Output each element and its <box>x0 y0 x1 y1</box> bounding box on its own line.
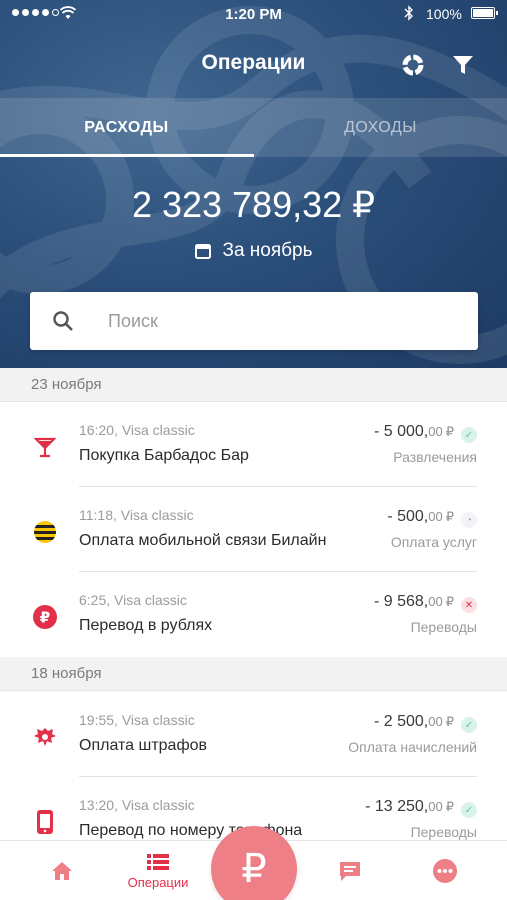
tab-operations-label: Операции <box>127 874 189 890</box>
search-icon <box>53 311 73 331</box>
transaction-category: Оплата услуг <box>390 534 477 550</box>
period-selector[interactable]: За ноябрь <box>0 240 507 262</box>
list-item[interactable]: ₽ 6:25, Visa classic Перевод в рублях - … <box>0 572 507 657</box>
transaction-title: Покупка Барбадос Бар <box>79 447 249 464</box>
total-amount: 2 323 789,32 ₽ <box>131 184 376 225</box>
tab-home[interactable] <box>42 841 82 900</box>
chat-icon <box>340 862 360 881</box>
donut-chart-icon <box>402 54 424 76</box>
transaction-meta: 11:18, Visa classic <box>79 507 194 523</box>
transaction-meta: 13:20, Visa classic <box>79 797 195 813</box>
list-item[interactable]: 16:20, Visa classic Покупка Барбадос Бар… <box>0 402 507 487</box>
search-box <box>30 292 478 350</box>
status-declined-icon: ✕ <box>461 597 477 613</box>
transaction-title: Оплата мобильной связи Билайн <box>79 532 327 549</box>
date-section-header: 23 ноября <box>0 368 507 402</box>
calendar-icon <box>195 244 212 259</box>
transaction-amount: - 13 250,00 ₽ <box>365 798 454 815</box>
cocktail-icon <box>30 432 60 462</box>
transaction-category: Переводы <box>410 619 477 635</box>
beeline-icon <box>30 517 60 547</box>
bluetooth-icon <box>404 5 413 21</box>
status-bar: 1:20 PM 100% <box>0 0 507 28</box>
page-title: Операции <box>201 51 306 74</box>
date-section-header: 18 ноября <box>0 657 507 691</box>
transaction-title: Перевод в рублях <box>79 617 213 634</box>
list-item[interactable]: 19:55, Visa classic Оплата штрафов - 2 5… <box>0 692 507 777</box>
transaction-amount: - 500,00 ₽ <box>387 508 454 525</box>
tab-income[interactable]: ДОХОДЫ <box>254 98 507 157</box>
transaction-category: Переводы <box>410 824 477 840</box>
period-label: За ноябрь <box>222 240 313 261</box>
battery-percent: 100% <box>426 6 462 22</box>
active-tab-indicator <box>0 154 254 157</box>
more-icon <box>433 859 457 883</box>
tab-operations[interactable]: Операции <box>118 841 198 900</box>
ruble-icon: ₽ <box>241 847 267 891</box>
transaction-amount: - 9 568,00 ₽ <box>373 593 454 610</box>
filter-icon[interactable] <box>448 50 478 80</box>
coat-of-arms-icon <box>30 722 60 752</box>
transaction-meta: 16:20, Visa classic <box>79 422 195 438</box>
phone-icon <box>30 807 60 837</box>
search-input[interactable] <box>108 306 458 336</box>
analytics-chart-icon[interactable] <box>398 50 428 80</box>
list-icon <box>147 853 169 870</box>
status-pending-icon: ◔ <box>461 512 477 528</box>
transaction-category: Оплата начислений <box>348 739 477 755</box>
transaction-meta: 6:25, Visa classic <box>79 592 187 608</box>
transaction-title: Оплата штрафов <box>79 737 208 754</box>
tab-expenses[interactable]: РАСХОДЫ <box>0 98 253 157</box>
list-item[interactable]: 11:18, Visa classic Оплата мобильной свя… <box>0 487 507 572</box>
header-background: 1:20 PM 100% Операции РАСХОДЫ ДОХОДЫ 2 3… <box>0 0 507 368</box>
tab-bar-operations: РАСХОДЫ ДОХОДЫ <box>0 98 507 157</box>
status-check-icon: ✓ <box>461 802 477 818</box>
battery-icon <box>471 7 498 19</box>
transaction-category: Развлечения <box>393 449 477 465</box>
tab-chat[interactable] <box>330 841 370 900</box>
svg-text:₽: ₽ <box>40 609 50 627</box>
status-check-icon: ✓ <box>461 427 477 443</box>
ruble-icon: ₽ <box>30 602 60 632</box>
transaction-meta: 19:55, Visa classic <box>79 712 195 728</box>
transaction-amount: - 2 500,00 ₽ <box>373 713 454 730</box>
home-icon <box>52 862 72 880</box>
tab-more[interactable] <box>425 841 465 900</box>
status-check-icon: ✓ <box>461 717 477 733</box>
transaction-amount: - 5 000,00 ₽ <box>373 423 454 440</box>
